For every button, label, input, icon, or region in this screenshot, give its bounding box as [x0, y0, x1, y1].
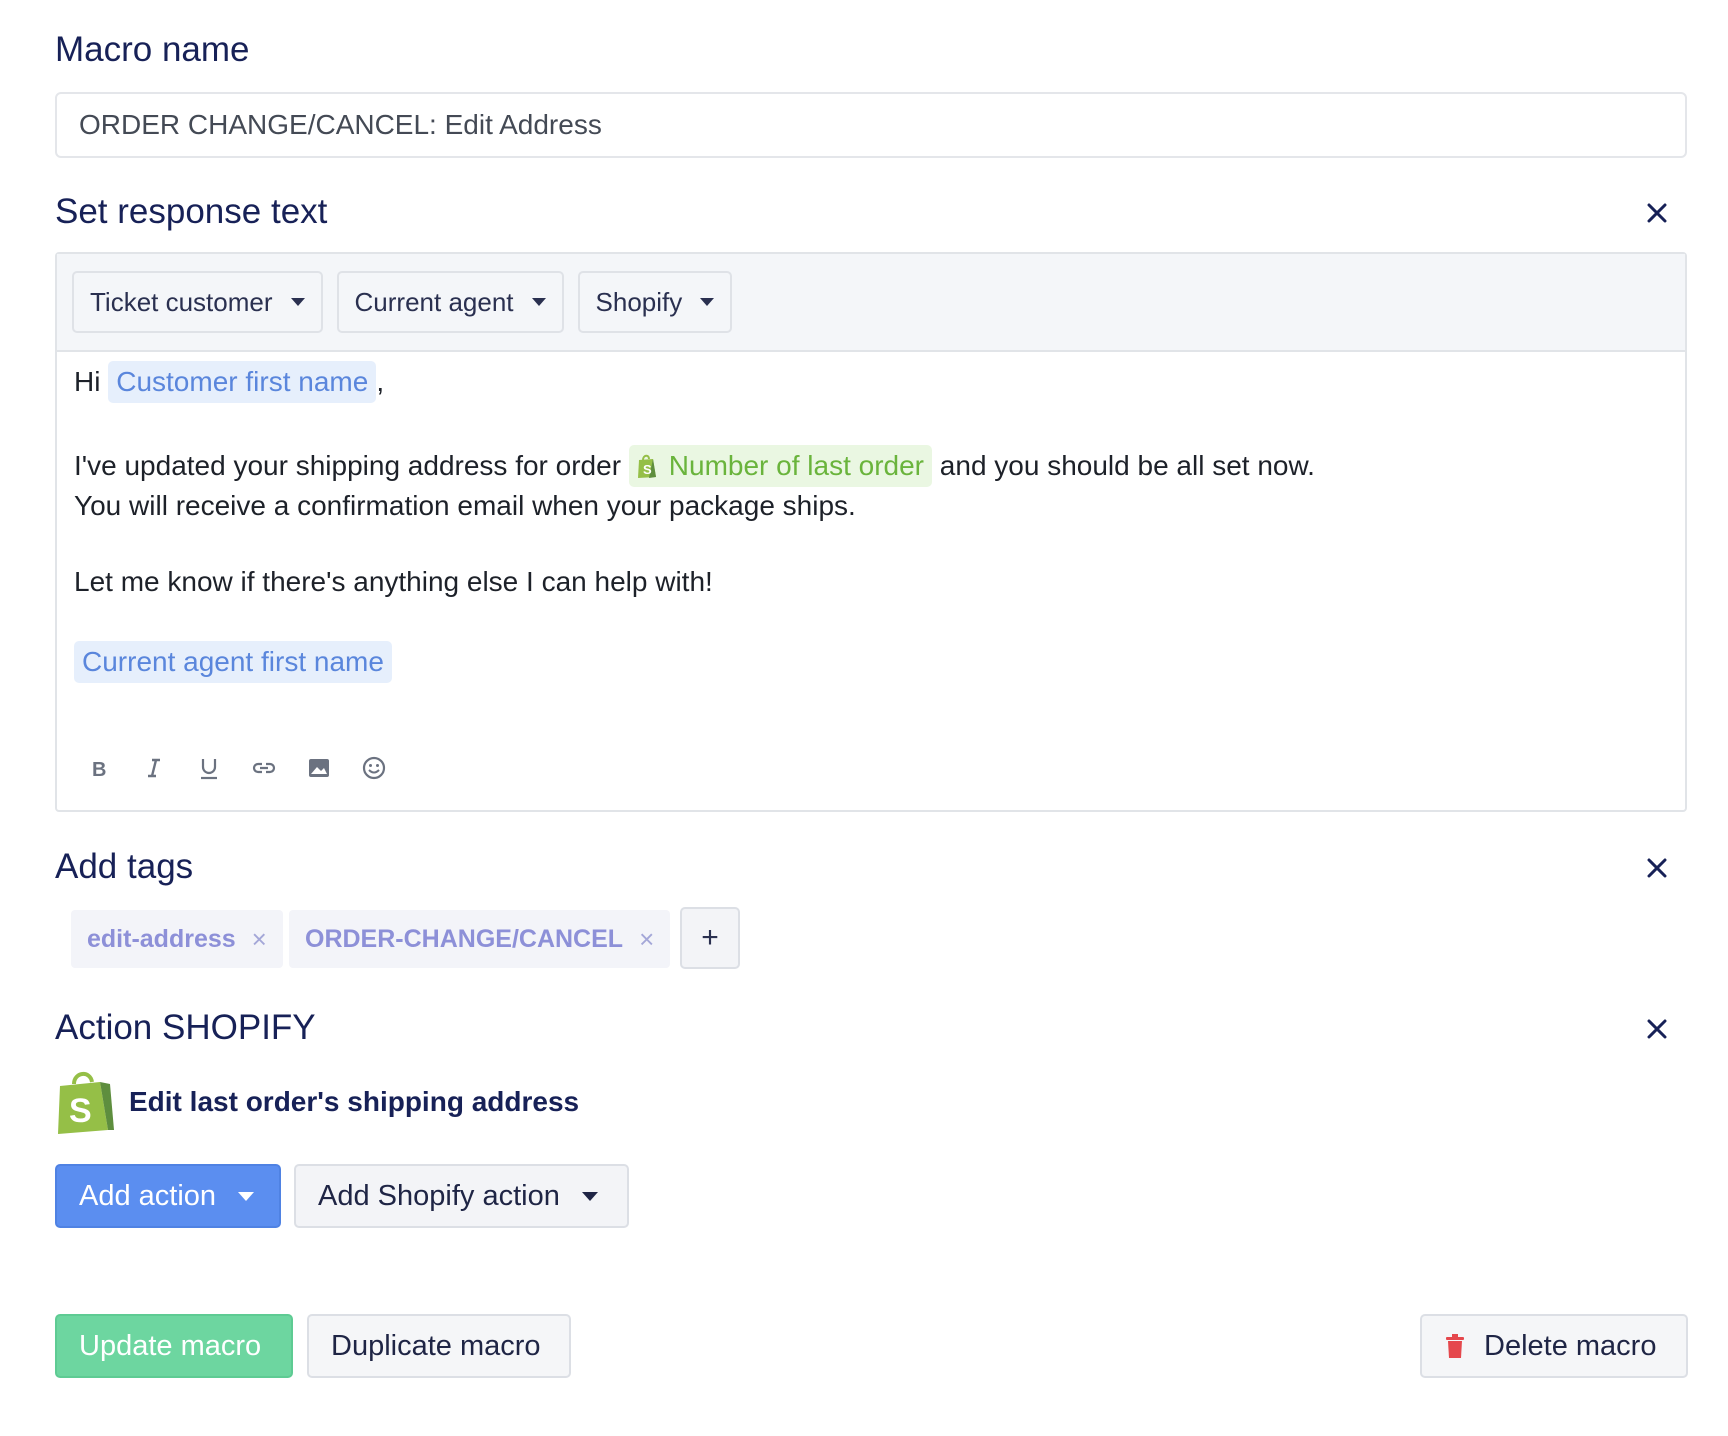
ticket-customer-dropdown[interactable]: Ticket customer: [72, 271, 323, 333]
greeting-comma: ,: [376, 366, 385, 397]
svg-text:S: S: [643, 462, 652, 477]
delete-macro-label: Delete macro: [1484, 1329, 1657, 1362]
chevron-down-icon: [531, 298, 546, 306]
add-tag-button[interactable]: +: [680, 907, 740, 969]
agent-first-name-variable[interactable]: Current agent first name: [74, 641, 392, 683]
greeting-text: Hi: [74, 366, 101, 397]
signature-line: Current agent first name: [74, 640, 392, 684]
response-editor[interactable]: Ticket customer Current agent Shopify Hi…: [55, 252, 1687, 812]
remove-tag-icon[interactable]: ×: [252, 924, 267, 955]
tag-chip: ORDER-CHANGE/CANCEL ×: [289, 910, 671, 968]
close-icon[interactable]: [1640, 851, 1674, 885]
emoji-icon[interactable]: [360, 754, 388, 782]
tag-chip: edit-address ×: [71, 910, 283, 968]
tag-label: ORDER-CHANGE/CANCEL: [305, 924, 624, 953]
body-line-3: You will receive a confirmation email wh…: [74, 490, 856, 521]
macro-name-input[interactable]: [55, 92, 1687, 158]
chevron-down-icon: [581, 1191, 598, 1201]
macro-name-label: Macro name: [55, 30, 250, 69]
action-description: Edit last order's shipping address: [129, 1086, 580, 1117]
tags-section-title: Add tags: [55, 847, 194, 886]
italic-icon[interactable]: [140, 754, 168, 782]
last-order-number-variable[interactable]: S Number of last order: [628, 445, 933, 487]
formatting-toolbar: B: [85, 754, 388, 782]
add-shopify-action-label: Add Shopify action: [318, 1179, 560, 1212]
greeting-line: Hi Customer first name,: [74, 360, 384, 404]
close-icon[interactable]: [1640, 1012, 1674, 1046]
image-icon[interactable]: [305, 754, 333, 782]
shopify-icon: S: [637, 454, 656, 478]
line2-before: I've updated your shipping address for o…: [74, 450, 622, 481]
action-section-title: Action SHOPIFY: [55, 1008, 316, 1047]
underline-icon[interactable]: [195, 754, 223, 782]
last-order-number-label: Number of last order: [668, 450, 925, 481]
chevron-down-icon: [700, 298, 715, 306]
add-action-button[interactable]: Add action: [55, 1164, 281, 1228]
close-icon[interactable]: [1640, 196, 1674, 230]
svg-text:B: B: [92, 759, 106, 781]
current-agent-dropdown[interactable]: Current agent: [336, 271, 564, 333]
add-action-label: Add action: [79, 1179, 217, 1212]
svg-text:S: S: [69, 1092, 92, 1130]
tag-label: edit-address: [87, 924, 236, 953]
shopify-label: Shopify: [595, 286, 683, 317]
current-agent-label: Current agent: [354, 286, 514, 317]
duplicate-macro-button[interactable]: Duplicate macro: [307, 1314, 571, 1378]
bold-icon[interactable]: B: [85, 754, 113, 782]
ticket-customer-label: Ticket customer: [90, 286, 273, 317]
remove-tag-icon[interactable]: ×: [639, 924, 654, 955]
shopify-dropdown[interactable]: Shopify: [577, 271, 733, 333]
link-icon[interactable]: [250, 754, 278, 782]
body-line-2: I've updated your shipping address for o…: [74, 444, 1315, 488]
shopify-logo-icon: S: [58, 1072, 114, 1134]
chevron-down-icon: [290, 298, 305, 306]
body-line-4: Let me know if there's anything else I c…: [74, 566, 713, 597]
delete-macro-button[interactable]: Delete macro: [1420, 1314, 1688, 1378]
chevron-down-icon: [238, 1191, 255, 1201]
update-macro-button[interactable]: Update macro: [55, 1314, 293, 1378]
response-section-title: Set response text: [55, 192, 328, 231]
add-shopify-action-button[interactable]: Add Shopify action: [294, 1164, 629, 1228]
variable-toolbar: Ticket customer Current agent Shopify: [57, 254, 1685, 352]
customer-first-name-variable[interactable]: Customer first name: [108, 361, 377, 403]
trash-icon: [1446, 1334, 1464, 1358]
line2-after: and you should be all set now.: [939, 450, 1315, 481]
